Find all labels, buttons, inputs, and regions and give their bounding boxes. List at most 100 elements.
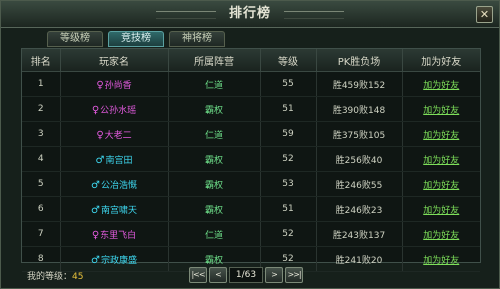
cell-add-friend: 加为好友 — [402, 146, 480, 172]
table-row: 3 ♀大老二 仁道 59 胜375败105 加为好友 — [22, 121, 480, 147]
table-header-row: 排名 玩家名 所属阵营 等级 PK胜负场 加为好友 — [22, 49, 480, 72]
header-level: 等级 — [260, 49, 317, 72]
add-friend-link[interactable]: 加为好友 — [423, 156, 459, 166]
cell-pk-record: 胜375败105 — [316, 121, 403, 147]
first-page-button[interactable]: |<< — [189, 267, 207, 283]
player-name: 东里飞白 — [100, 230, 137, 241]
cell-player-name: ♂公冶浩慨 — [60, 171, 169, 197]
my-level-value: 45 — [72, 272, 84, 282]
ranking-table: 排名 玩家名 所属阵营 等级 PK胜负场 加为好友 1 ♀孙尚香 仁道 55 胜459败… — [22, 49, 480, 272]
cell-add-friend: 加为好友 — [402, 221, 480, 247]
cell-player-name: ♂南宫田 — [60, 146, 169, 172]
last-page-button[interactable]: >>| — [285, 267, 303, 283]
cell-faction: 霸权 — [168, 96, 261, 122]
leaderboard-window: 排行榜 ✕ 等级榜 竞技榜 神将榜 排名 玩家名 所属阵营 等级 PK胜负场 加… — [0, 0, 500, 289]
player-name: 南宫田 — [105, 155, 133, 166]
cell-pk-record: 胜390败148 — [316, 96, 403, 122]
header-rank: 排名 — [22, 49, 61, 72]
male-icon: ♂ — [95, 154, 105, 166]
cell-level: 52 — [260, 146, 317, 172]
cell-rank: 5 — [22, 171, 61, 197]
add-friend-link[interactable]: 加为好友 — [423, 81, 459, 91]
table-row: 6 ♂南宫啸天 霸权 51 胜246败23 加为好友 — [22, 196, 480, 222]
cell-faction: 仁道 — [168, 221, 261, 247]
close-button[interactable]: ✕ — [476, 6, 493, 23]
cell-pk-record: 胜246败23 — [316, 196, 403, 222]
female-icon: ♀ — [91, 229, 100, 241]
cell-faction: 霸权 — [168, 171, 261, 197]
cell-player-name: ♂南宫啸天 — [60, 196, 169, 222]
male-icon: ♂ — [91, 179, 100, 191]
cell-level: 51 — [260, 196, 317, 222]
add-friend-link[interactable]: 加为好友 — [423, 181, 459, 191]
my-level: 我的等级：45 — [27, 269, 83, 282]
tab-level-ranking[interactable]: 等级榜 — [47, 31, 103, 47]
title-ornament-right — [284, 11, 344, 19]
table-row: 5 ♂公冶浩慨 霸权 53 胜246败55 加为好友 — [22, 171, 480, 197]
header-add-friend: 加为好友 — [402, 49, 480, 72]
page-indicator: 1/63 — [229, 267, 263, 283]
cell-player-name: ♂宗政康盛 — [60, 246, 169, 272]
table-row: 7 ♀东里飞白 仁道 52 胜243败137 加为好友 — [22, 221, 480, 247]
player-name: 南宫啸天 — [100, 205, 137, 216]
cell-rank: 2 — [22, 96, 61, 122]
cell-faction: 霸权 — [168, 146, 261, 172]
cell-add-friend: 加为好友 — [402, 121, 480, 147]
player-name: 宗政康盛 — [100, 255, 137, 266]
cell-rank: 7 — [22, 221, 61, 247]
female-icon: ♀ — [96, 129, 104, 141]
cell-faction: 仁道 — [168, 121, 261, 147]
window-title: 排行榜 — [228, 6, 271, 21]
cell-level: 52 — [260, 221, 317, 247]
cell-pk-record: 胜459败152 — [316, 71, 403, 97]
table-row: 1 ♀孙尚香 仁道 55 胜459败152 加为好友 — [22, 71, 480, 97]
cell-rank: 1 — [22, 71, 61, 97]
cell-player-name: ♀公孙水瑶 — [60, 96, 169, 122]
add-friend-link[interactable]: 加为好友 — [423, 256, 459, 266]
male-icon: ♂ — [91, 204, 100, 216]
cell-pk-record: 胜243败137 — [316, 221, 403, 247]
cell-rank: 6 — [22, 196, 61, 222]
tab-general-ranking[interactable]: 神将榜 — [169, 31, 225, 47]
cell-add-friend: 加为好友 — [402, 196, 480, 222]
female-icon: ♀ — [96, 79, 104, 91]
tab-arena-ranking[interactable]: 竞技榜 — [108, 31, 164, 47]
player-name: 大老二 — [104, 130, 132, 141]
cell-level: 59 — [260, 121, 317, 147]
cell-rank: 3 — [22, 121, 61, 147]
cell-add-friend: 加为好友 — [402, 171, 480, 197]
header-pk-record: PK胜负场 — [316, 49, 403, 72]
my-level-label: 我的等级： — [27, 272, 73, 282]
cell-pk-record: 胜246败55 — [316, 171, 403, 197]
male-icon: ♂ — [91, 254, 100, 266]
cell-rank: 8 — [22, 246, 61, 272]
ranking-table-panel: 排名 玩家名 所属阵营 等级 PK胜负场 加为好友 1 ♀孙尚香 仁道 55 胜459败… — [21, 48, 481, 272]
cell-rank: 4 — [22, 146, 61, 172]
cell-level: 55 — [260, 71, 317, 97]
table-row: 4 ♂南宫田 霸权 52 胜256败40 加为好友 — [22, 146, 480, 172]
add-friend-link[interactable]: 加为好友 — [423, 231, 459, 241]
cell-level: 51 — [260, 96, 317, 122]
cell-pk-record: 胜256败40 — [316, 146, 403, 172]
header-player-name: 玩家名 — [60, 49, 169, 72]
cell-level: 53 — [260, 171, 317, 197]
header-faction: 所属阵营 — [168, 49, 261, 72]
title-bar: 排行榜 ✕ — [1, 1, 499, 28]
table-body: 1 ♀孙尚香 仁道 55 胜459败152 加为好友 2 ♀公孙水瑶 霸权 51 胜390败148 加… — [22, 71, 480, 272]
table-row: 2 ♀公孙水瑶 霸权 51 胜390败148 加为好友 — [22, 96, 480, 122]
prev-page-button[interactable]: < — [209, 267, 227, 283]
player-name: 公孙水瑶 — [100, 105, 137, 116]
player-name: 孙尚香 — [104, 80, 132, 91]
female-icon: ♀ — [91, 104, 100, 116]
cell-player-name: ♀孙尚香 — [60, 71, 169, 97]
add-friend-link[interactable]: 加为好友 — [423, 106, 459, 116]
cell-pk-record: 胜241败20 — [316, 246, 403, 272]
next-page-button[interactable]: > — [265, 267, 283, 283]
cell-add-friend: 加为好友 — [402, 96, 480, 122]
cell-player-name: ♀东里飞白 — [60, 221, 169, 247]
add-friend-link[interactable]: 加为好友 — [423, 206, 459, 216]
cell-faction: 霸权 — [168, 196, 261, 222]
add-friend-link[interactable]: 加为好友 — [423, 131, 459, 141]
cell-faction: 仁道 — [168, 71, 261, 97]
cell-add-friend: 加为好友 — [402, 246, 480, 272]
